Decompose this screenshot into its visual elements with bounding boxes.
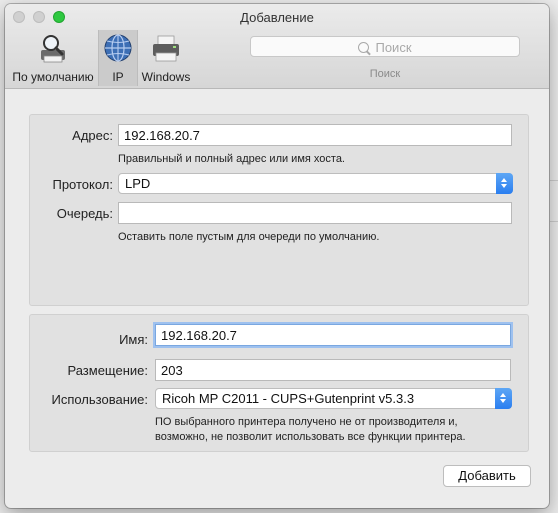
- protocol-select[interactable]: LPD: [118, 173, 513, 194]
- driver-hint-line2: возможно, не позволит использовать все ф…: [155, 431, 466, 443]
- search-placeholder: Поиск: [375, 40, 412, 55]
- tab-ip-label: IP: [112, 70, 124, 84]
- address-field[interactable]: 192.168.20.7: [118, 124, 512, 146]
- chevron-up-icon: [500, 393, 506, 397]
- driver-value: Ricoh MP C2011 - CUPS+Gutenprint v5.3.3: [162, 391, 415, 406]
- location-field[interactable]: 203: [155, 359, 511, 381]
- driver-select-arrows: [495, 388, 512, 409]
- add-button[interactable]: Добавить: [443, 465, 531, 487]
- address-hint: Правильный и полный адрес или имя хоста.: [118, 153, 345, 165]
- globe-icon: [104, 34, 132, 62]
- background-divider: [550, 180, 558, 222]
- queue-field[interactable]: [118, 202, 512, 224]
- search-input[interactable]: Поиск: [250, 36, 520, 57]
- search-placeholder-wrap: Поиск: [251, 40, 519, 55]
- location-label: Размещение:: [67, 363, 148, 378]
- protocol-select-arrows: [496, 173, 513, 194]
- protocol-value: LPD: [125, 176, 151, 191]
- search-label: Поиск: [369, 68, 401, 80]
- chevron-down-icon: [501, 184, 507, 188]
- name-label: Имя:: [119, 332, 148, 347]
- use-label: Использование:: [51, 392, 148, 407]
- name-field[interactable]: 192.168.20.7: [155, 324, 511, 346]
- magnifier-printer-icon: [41, 35, 65, 63]
- driver-hint-line1: ПО выбранного принтера получено не от пр…: [155, 416, 458, 428]
- address-label: Адрес:: [72, 128, 113, 143]
- tab-windows-label: Windows: [141, 70, 191, 84]
- titlebar: Добавление По умолчанию IP Windows Поиск…: [5, 4, 549, 89]
- queue-label: Очередь:: [56, 206, 113, 221]
- windows-printer-icon: [153, 35, 179, 62]
- tab-default-label: По умолчанию: [12, 70, 94, 84]
- search-icon: [358, 42, 370, 53]
- tab-windows[interactable]: Windows: [137, 30, 195, 86]
- protocol-label: Протокол:: [52, 177, 113, 192]
- chevron-up-icon: [501, 178, 507, 182]
- window-title: Добавление: [240, 10, 314, 25]
- queue-hint: Оставить поле пустым для очереди по умол…: [118, 231, 380, 243]
- chevron-down-icon: [500, 399, 506, 403]
- add-printer-window: Добавление По умолчанию IP Windows Поиск…: [5, 4, 549, 508]
- tab-ip[interactable]: IP: [98, 30, 138, 86]
- driver-select[interactable]: Ricoh MP C2011 - CUPS+Gutenprint v5.3.3: [155, 388, 512, 409]
- tab-default[interactable]: По умолчанию: [9, 30, 97, 86]
